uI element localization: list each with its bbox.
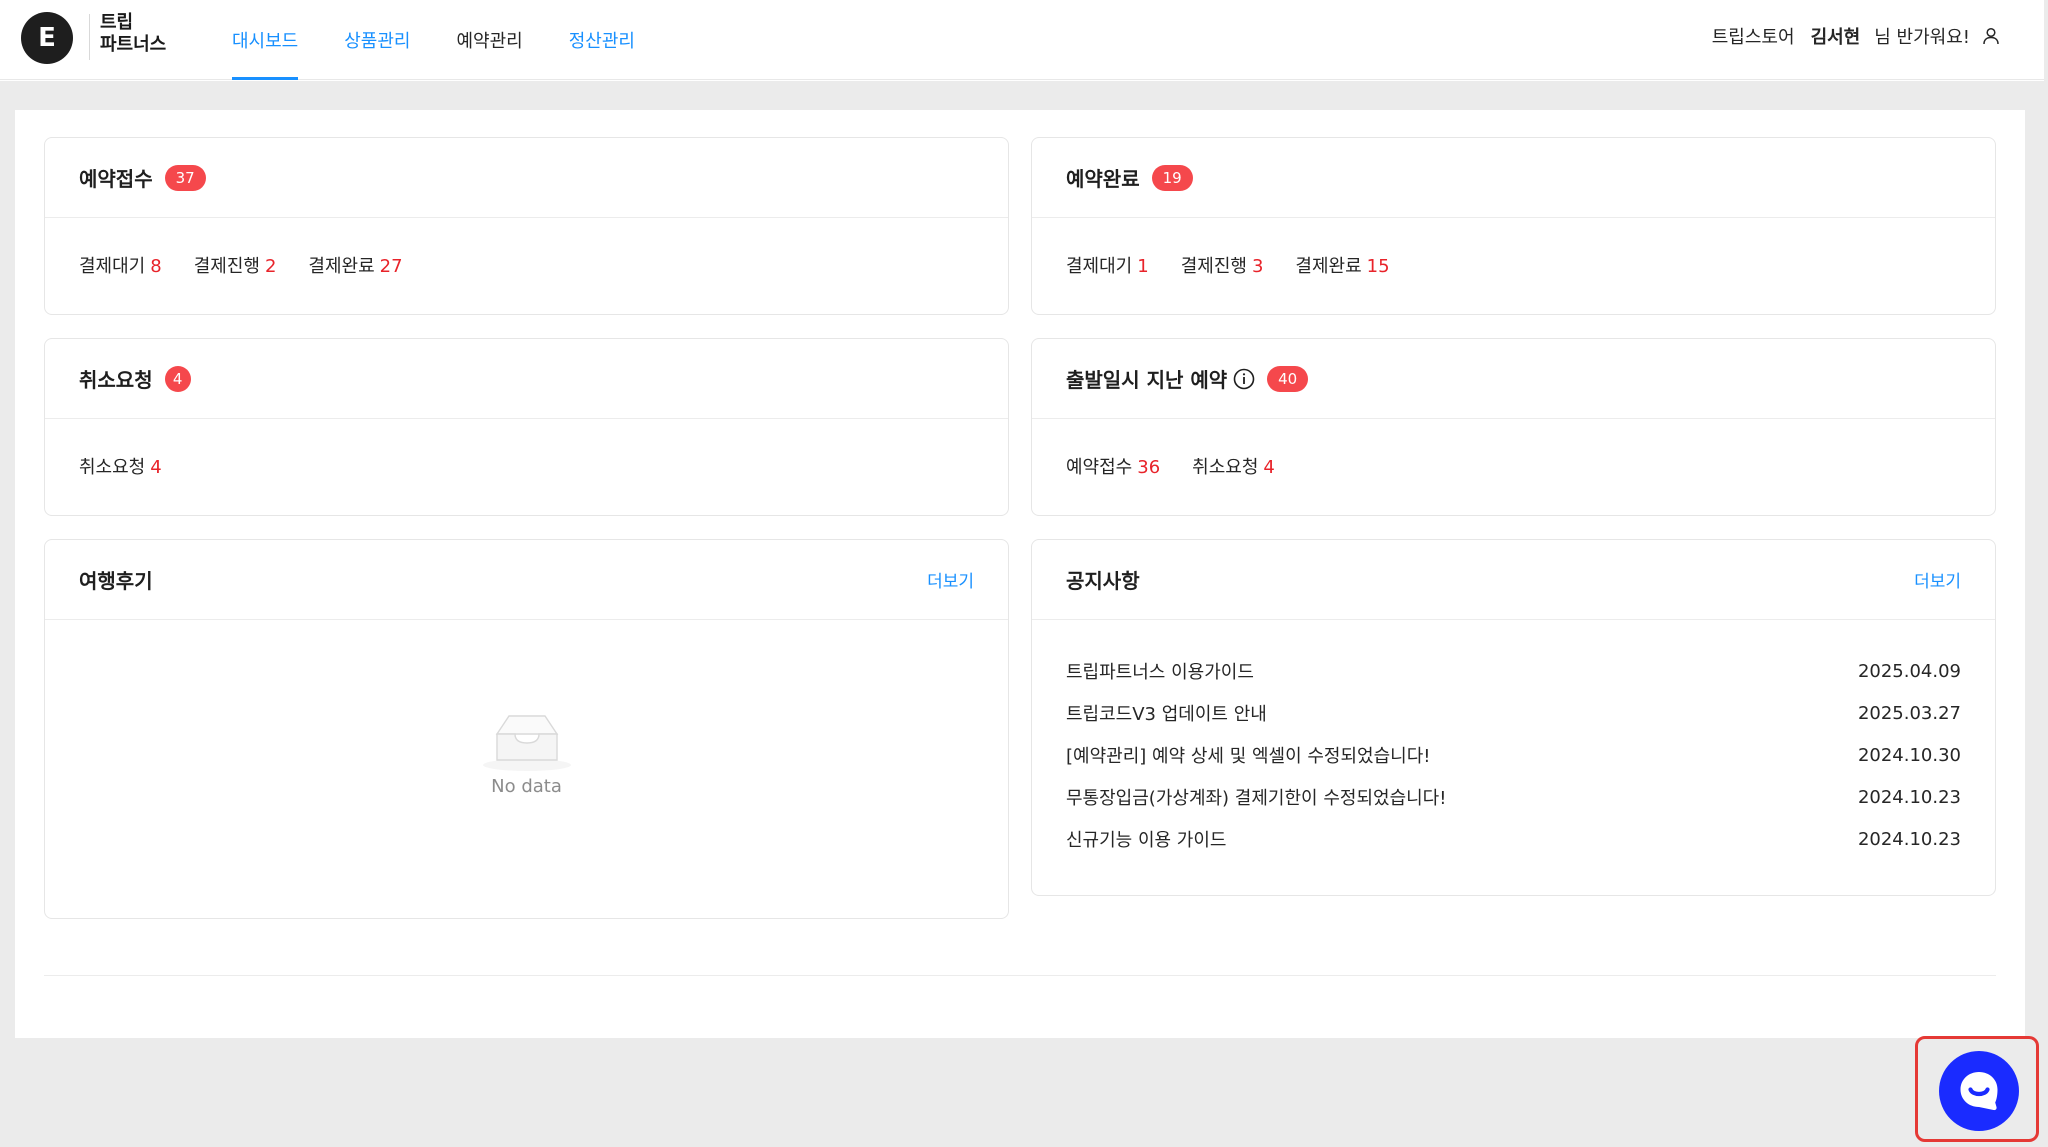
user-area: 트립스토어 김서현 님 반가워요! [1712,0,2000,72]
nav-dashboard[interactable]: 대시보드 [232,0,299,80]
stat-item[interactable]: 취소요청 4 [79,453,162,479]
notice-date: 2024.10.30 [1857,744,1961,766]
notice-list: 트립파트너스 이용가이드 2025.04.09 트립코드V3 업데이트 안내 2… [1032,620,1995,860]
count-badge: 19 [1151,164,1193,191]
nav-products[interactable]: 상품관리 [344,0,410,80]
notice-date: 2024.10.23 [1857,786,1961,808]
stat-item[interactable]: 취소요청 4 [1192,453,1275,479]
window-edge [2044,0,2048,1147]
more-link[interactable]: 더보기 [1914,567,1961,592]
card-reservation-received: 예약접수 37 결제대기 8 결제진행 2 결제완료 27 [44,137,1009,315]
logo-line-2: 파트너스 [100,34,167,55]
chat-icon [1960,1072,1998,1111]
card-header: 여행후기 더보기 [45,540,1008,620]
notice-title[interactable]: 트립파트너스 이용가이드 [1066,658,1254,684]
notice-item[interactable]: [예약관리] 예약 상세 및 엑셀이 수정되었습니다! 2024.10.30 [1066,734,1961,776]
more-link[interactable]: 더보기 [927,567,974,592]
main-nav: 대시보드 상품관리 예약관리 정산관리 [232,0,681,80]
stat-item[interactable]: 결제진행 3 [1181,252,1264,278]
nav-reservations[interactable]: 예약관리 [457,0,523,80]
card-header: 취소요청 4 [45,339,1008,419]
card-header: 예약완료 19 [1032,138,1995,218]
chat-button[interactable] [1939,1051,2019,1131]
count-badge: 37 [164,164,206,191]
empty-label: No data [491,776,562,797]
card-body: 결제대기 1 결제진행 3 결제완료 15 [1032,218,1995,312]
count-badge: 4 [164,365,191,392]
card-title: 예약완료 [1066,167,1140,191]
store-name[interactable]: 트립스토어 [1712,23,1795,49]
inbox-icon [482,715,571,771]
card-title: 취소요청 [79,368,153,392]
stat-item[interactable]: 예약접수 36 [1066,453,1160,479]
stat-item[interactable]: 결제진행 2 [194,252,277,278]
card-body: 예약접수 36 취소요청 4 [1032,419,1995,513]
empty-state: No data [45,710,1008,797]
notice-item[interactable]: 트립코드V3 업데이트 안내 2025.03.27 [1066,692,1961,734]
card-past-departure: 출발일시 지난 예약 40 예약접수 36 취소요청 4 [1031,338,1996,516]
card-title: 공지사항 [1066,569,1140,593]
card-title: 여행후기 [79,569,153,593]
content-divider [44,975,1996,976]
stat-item[interactable]: 결제대기 8 [79,252,162,278]
page: E 트립 파트너스 대시보드 상품관리 예약관리 정산관리 트립스토어 김서현 … [0,0,2048,1147]
card-header: 예약접수 37 [45,138,1008,218]
card-body: 결제대기 8 결제진행 2 결제완료 27 [45,218,1008,312]
notice-item[interactable]: 무통장입금(가상계좌) 결제기한이 수정되었습니다! 2024.10.23 [1066,776,1961,818]
card-body: 취소요청 4 [45,419,1008,513]
stat-item[interactable]: 결제완료 27 [308,252,402,278]
card-notices: 공지사항 더보기 트립파트너스 이용가이드 2025.04.09 트립코드V3 … [1031,539,1996,896]
stat-item[interactable]: 결제대기 1 [1066,252,1149,278]
notice-title[interactable]: 트립코드V3 업데이트 안내 [1066,700,1267,726]
nav-settlement[interactable]: 정산관리 [569,0,635,80]
card-reservation-completed: 예약완료 19 결제대기 1 결제진행 3 결제완료 15 [1031,137,1996,315]
logo-line-1: 트립 [100,12,134,33]
user-name: 김서현 [1810,27,1861,48]
top-header: E 트립 파트너스 대시보드 상품관리 예약관리 정산관리 트립스토어 김서현 … [0,0,2044,80]
notice-title[interactable]: [예약관리] 예약 상세 및 엑셀이 수정되었습니다! [1066,742,1431,768]
logo-letter: E [38,23,56,53]
notice-title[interactable]: 무통장입금(가상계좌) 결제기한이 수정되었습니다! [1066,784,1446,810]
user-icon[interactable] [1982,27,2000,45]
card-header: 출발일시 지난 예약 40 [1032,339,1995,419]
notice-item[interactable]: 신규기능 이용 가이드 2024.10.23 [1066,818,1961,860]
logo-divider [89,14,90,60]
logo-icon[interactable]: E [21,12,73,64]
logo-text[interactable]: 트립 파트너스 [100,12,166,56]
card-title: 예약접수 [79,167,153,191]
info-icon[interactable] [1233,368,1255,390]
stat-item[interactable]: 결제완료 15 [1295,252,1389,278]
notice-date: 2025.03.27 [1857,702,1961,724]
notice-title[interactable]: 신규기능 이용 가이드 [1066,826,1226,852]
count-badge: 40 [1267,365,1309,392]
notice-date: 2025.04.09 [1857,660,1961,682]
card-header: 공지사항 더보기 [1032,540,1995,620]
notice-item[interactable]: 트립파트너스 이용가이드 2025.04.09 [1066,650,1961,692]
card-cancel-request: 취소요청 4 취소요청 4 [44,338,1009,516]
notice-date: 2024.10.23 [1857,828,1961,850]
greeting-text: 님 반가워요! [1874,27,1970,48]
card-title: 출발일시 지난 예약 [1066,368,1228,392]
card-travel-reviews: 여행후기 더보기 No data [44,539,1009,919]
